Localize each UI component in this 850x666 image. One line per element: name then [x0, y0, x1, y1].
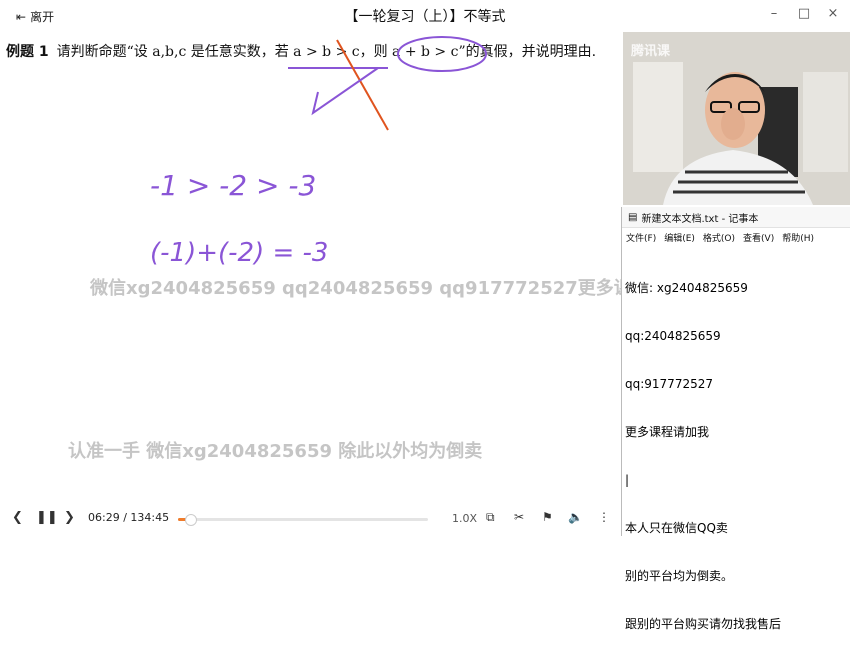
menu-format[interactable]: 格式(O): [703, 231, 735, 244]
notepad-window: ▤ 新建文本文档.txt - 记事本 文件(F) 编辑(E) 格式(O) 查看(…: [621, 207, 850, 631]
player-controls: ❮ ❚❚ ❯ 06:29 / 134:45 1.0X ⧉ ✂ ⚑ 🔈 ⋮: [0, 500, 621, 536]
notepad-menubar: 文件(F) 编辑(E) 格式(O) 查看(V) 帮助(H): [622, 228, 850, 246]
watermark-line-1: 微信xg2404825659 qq2404825659 qq917772527更…: [90, 278, 650, 299]
text-cursor: |: [625, 473, 630, 487]
menu-help[interactable]: 帮助(H): [782, 231, 814, 244]
progress-handle[interactable]: [185, 514, 197, 526]
video-logo: 腾讯课: [631, 44, 671, 59]
title-bar: ⇤ 离开 【一轮复习（上）】不等式 – □ ×: [0, 0, 850, 32]
window-title: 【一轮复习（上）】不等式: [344, 9, 506, 25]
speed-button[interactable]: 1.0X: [452, 512, 477, 525]
handwritten-line-1: -1 > -2 > -3: [150, 169, 316, 202]
scissors-icon[interactable]: ✂: [514, 510, 524, 524]
notepad-line: 更多课程请加我: [625, 425, 710, 439]
notepad-icon: ▤: [628, 211, 638, 223]
maximize-button[interactable]: □: [794, 6, 814, 21]
progress-track[interactable]: [178, 514, 428, 526]
next-icon[interactable]: ❯: [64, 510, 75, 525]
notepad-line: qq:917772527: [625, 377, 713, 391]
playback-time: 06:29 / 134:45: [88, 511, 170, 524]
menu-edit[interactable]: 编辑(E): [664, 231, 695, 244]
screenshot-icon[interactable]: ⧉: [486, 510, 495, 525]
notepad-line: 跟别的平台购买请勿找我售后: [625, 617, 782, 631]
notepad-line: 微信: xg2404825659: [625, 281, 748, 295]
notepad-line: qq:2404825659: [625, 329, 721, 343]
menu-file[interactable]: 文件(F): [626, 231, 656, 244]
notepad-titlebar: ▤ 新建文本文档.txt - 记事本: [622, 207, 850, 228]
teacher-video: 腾讯课: [623, 32, 850, 205]
circle-mark: [397, 36, 487, 72]
volume-icon[interactable]: 🔈: [568, 510, 583, 524]
check-mark: [311, 67, 379, 116]
notepad-text-area[interactable]: 微信: xg2404825659 qq:2404825659 qq:917772…: [622, 246, 850, 666]
flag-icon[interactable]: ⚑: [542, 510, 553, 524]
close-button[interactable]: ×: [823, 6, 843, 21]
notepad-line: 本人只在微信QQ卖: [625, 521, 728, 535]
notepad-title: 新建文本文档.txt - 记事本: [641, 213, 759, 225]
handwritten-line-2: (-1)+(-2) = -3: [150, 238, 328, 268]
minimize-button[interactable]: –: [764, 6, 784, 21]
more-icon[interactable]: ⋮: [598, 510, 610, 524]
notepad-line: 别的平台均为倒卖。: [625, 569, 734, 583]
watermark-line-2: 认准一手 微信xg2404825659 除此以外均为倒卖: [68, 441, 483, 462]
menu-view[interactable]: 查看(V): [743, 231, 774, 244]
pause-icon[interactable]: ❚❚: [36, 510, 58, 525]
cross-line-mark: [336, 39, 389, 131]
previous-icon[interactable]: ❮: [12, 510, 23, 525]
